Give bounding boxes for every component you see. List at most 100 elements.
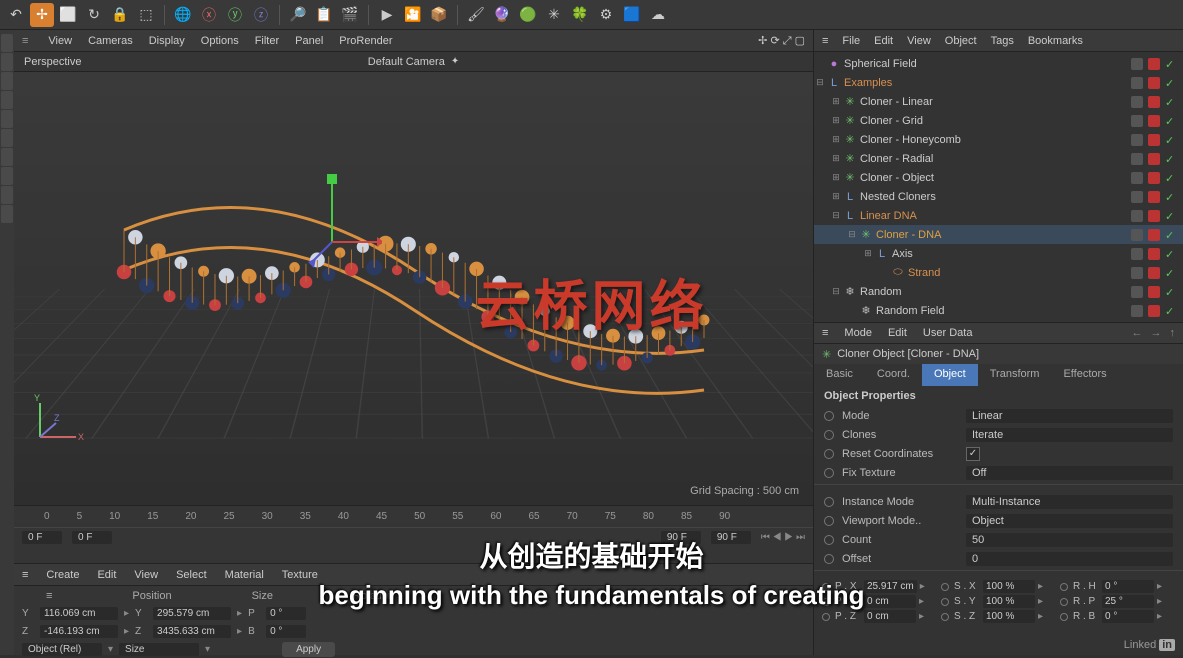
object-label[interactable]: Linear DNA (858, 210, 1131, 222)
property-value[interactable]: Multi-Instance (966, 495, 1173, 509)
object-label[interactable]: Random (858, 286, 1131, 298)
property-value[interactable]: Object (966, 514, 1173, 528)
object-label[interactable]: Spherical Field (842, 58, 1131, 70)
left-tool[interactable] (1, 167, 13, 185)
anim-bullet-icon[interactable] (941, 613, 949, 621)
layer-badge[interactable] (1131, 229, 1143, 241)
hamburger-icon[interactable]: ≡ (22, 569, 28, 581)
anim-bullet-icon[interactable] (941, 598, 949, 606)
enable-check-icon[interactable]: ✓ (1165, 77, 1177, 89)
anim-bullet-icon[interactable] (1060, 613, 1068, 621)
enable-check-icon[interactable]: ✓ (1165, 210, 1177, 222)
toolbar-icon[interactable]: 🎬 (338, 3, 362, 27)
camera-label[interactable]: Default Camera (368, 56, 445, 68)
tree-row[interactable]: ⊞✳Cloner - Honeycomb✓ (814, 130, 1183, 149)
menu-tags[interactable]: Tags (991, 35, 1014, 47)
expander-icon[interactable]: ⊟ (846, 229, 858, 240)
visibility-badge[interactable] (1148, 115, 1160, 127)
visibility-badge[interactable] (1148, 248, 1160, 260)
toolbar-icon[interactable]: ↶ (4, 3, 28, 27)
toolbar-icon[interactable]: ☁ (646, 3, 670, 27)
enable-check-icon[interactable]: ✓ (1165, 267, 1177, 279)
anim-bullet-icon[interactable] (941, 583, 949, 591)
toolbar-icon[interactable]: ⬜ (56, 3, 80, 27)
left-tool[interactable] (1, 91, 13, 109)
layer-badge[interactable] (1131, 115, 1143, 127)
anim-bullet-icon[interactable] (1060, 598, 1068, 606)
tab-basic[interactable]: Basic (814, 364, 865, 386)
object-label[interactable]: Strand (906, 267, 1131, 279)
toolbar-icon[interactable]: 🎦 (401, 3, 425, 27)
object-label[interactable]: Cloner - Radial (858, 153, 1131, 165)
coord-value[interactable]: 0 ° (266, 625, 306, 638)
toolbar-icon[interactable]: ▶ (375, 3, 399, 27)
property-value[interactable]: Iterate (966, 428, 1173, 442)
hamburger-icon[interactable]: ≡ (46, 590, 52, 602)
enable-check-icon[interactable]: ✓ (1165, 58, 1177, 70)
transform-value[interactable]: 0 cm (864, 610, 916, 623)
toolbar-icon[interactable]: ⓨ (223, 3, 247, 27)
menu-object[interactable]: Object (945, 35, 977, 47)
expander-icon[interactable]: ⊟ (830, 286, 842, 297)
transform-value[interactable]: 100 % (983, 610, 1035, 623)
move-gizmo[interactable] (302, 172, 382, 272)
anim-bullet-icon[interactable] (824, 468, 834, 478)
viewport-3d[interactable]: Y X Z Grid Spacing : 500 cm (14, 72, 813, 505)
anim-bullet-icon[interactable] (822, 613, 830, 621)
menu-view[interactable]: View (907, 35, 931, 47)
anim-bullet-icon[interactable] (824, 516, 834, 526)
menu-display[interactable]: Display (149, 35, 185, 47)
layer-badge[interactable] (1131, 172, 1143, 184)
enable-check-icon[interactable]: ✓ (1165, 115, 1177, 127)
transform-value[interactable]: 25 ° (1102, 595, 1154, 608)
vp-icon[interactable]: ▢ (795, 35, 805, 47)
nav-back-icon[interactable]: ← (1132, 327, 1143, 339)
object-label[interactable]: Cloner - Object (858, 172, 1131, 184)
transform-value[interactable]: 0 ° (1102, 610, 1154, 623)
menu-cameras[interactable]: Cameras (88, 35, 133, 47)
enable-check-icon[interactable]: ✓ (1165, 229, 1177, 241)
tab-transform[interactable]: Transform (978, 364, 1052, 386)
visibility-badge[interactable] (1148, 229, 1160, 241)
transform-value[interactable]: 0 ° (1102, 580, 1154, 593)
layer-badge[interactable] (1131, 77, 1143, 89)
toolbar-icon[interactable]: 📦 (427, 3, 451, 27)
toolbar-icon[interactable]: ↻ (82, 3, 106, 27)
toolbar-icon[interactable]: ⓩ (249, 3, 273, 27)
enable-check-icon[interactable]: ✓ (1165, 172, 1177, 184)
tree-row[interactable]: ⬭Strand✓ (814, 263, 1183, 282)
object-label[interactable]: Cloner - DNA (874, 229, 1131, 241)
expander-icon[interactable]: ⊞ (830, 172, 842, 183)
visibility-badge[interactable] (1148, 305, 1160, 317)
toolbar-icon[interactable]: ✳ (542, 3, 566, 27)
layer-badge[interactable] (1131, 191, 1143, 203)
object-label[interactable]: Axis (890, 248, 1131, 260)
tree-row[interactable]: ⊟❄Random✓ (814, 282, 1183, 301)
visibility-badge[interactable] (1148, 191, 1160, 203)
anim-bullet-icon[interactable] (822, 583, 830, 591)
left-tool[interactable] (1, 148, 13, 166)
tree-row[interactable]: ⊞LAxis✓ (814, 244, 1183, 263)
layer-badge[interactable] (1131, 96, 1143, 108)
layer-badge[interactable] (1131, 134, 1143, 146)
menu-edit[interactable]: Edit (874, 35, 893, 47)
visibility-badge[interactable] (1148, 267, 1160, 279)
tab-coord[interactable]: Coord. (865, 364, 922, 386)
layer-badge[interactable] (1131, 58, 1143, 70)
toolbar-icon[interactable]: ⚙ (594, 3, 618, 27)
left-tool[interactable] (1, 110, 13, 128)
visibility-badge[interactable] (1148, 210, 1160, 222)
toolbar-icon[interactable]: ⬚ (134, 3, 158, 27)
menu-view[interactable]: View (48, 35, 72, 47)
camera-icon[interactable]: ✦ (451, 56, 459, 67)
enable-check-icon[interactable]: ✓ (1165, 286, 1177, 298)
visibility-badge[interactable] (1148, 58, 1160, 70)
tree-row[interactable]: ⊞LNested Cloners✓ (814, 187, 1183, 206)
enable-check-icon[interactable]: ✓ (1165, 191, 1177, 203)
tree-row[interactable]: ❄Random Field✓ (814, 301, 1183, 320)
menu-material[interactable]: Material (225, 569, 264, 581)
expander-icon[interactable]: ⊞ (830, 96, 842, 107)
menu-userdata[interactable]: User Data (923, 327, 973, 339)
toolbar-icon[interactable]: 🔎 (286, 3, 310, 27)
transform-value[interactable]: 25.917 cm (864, 580, 917, 593)
